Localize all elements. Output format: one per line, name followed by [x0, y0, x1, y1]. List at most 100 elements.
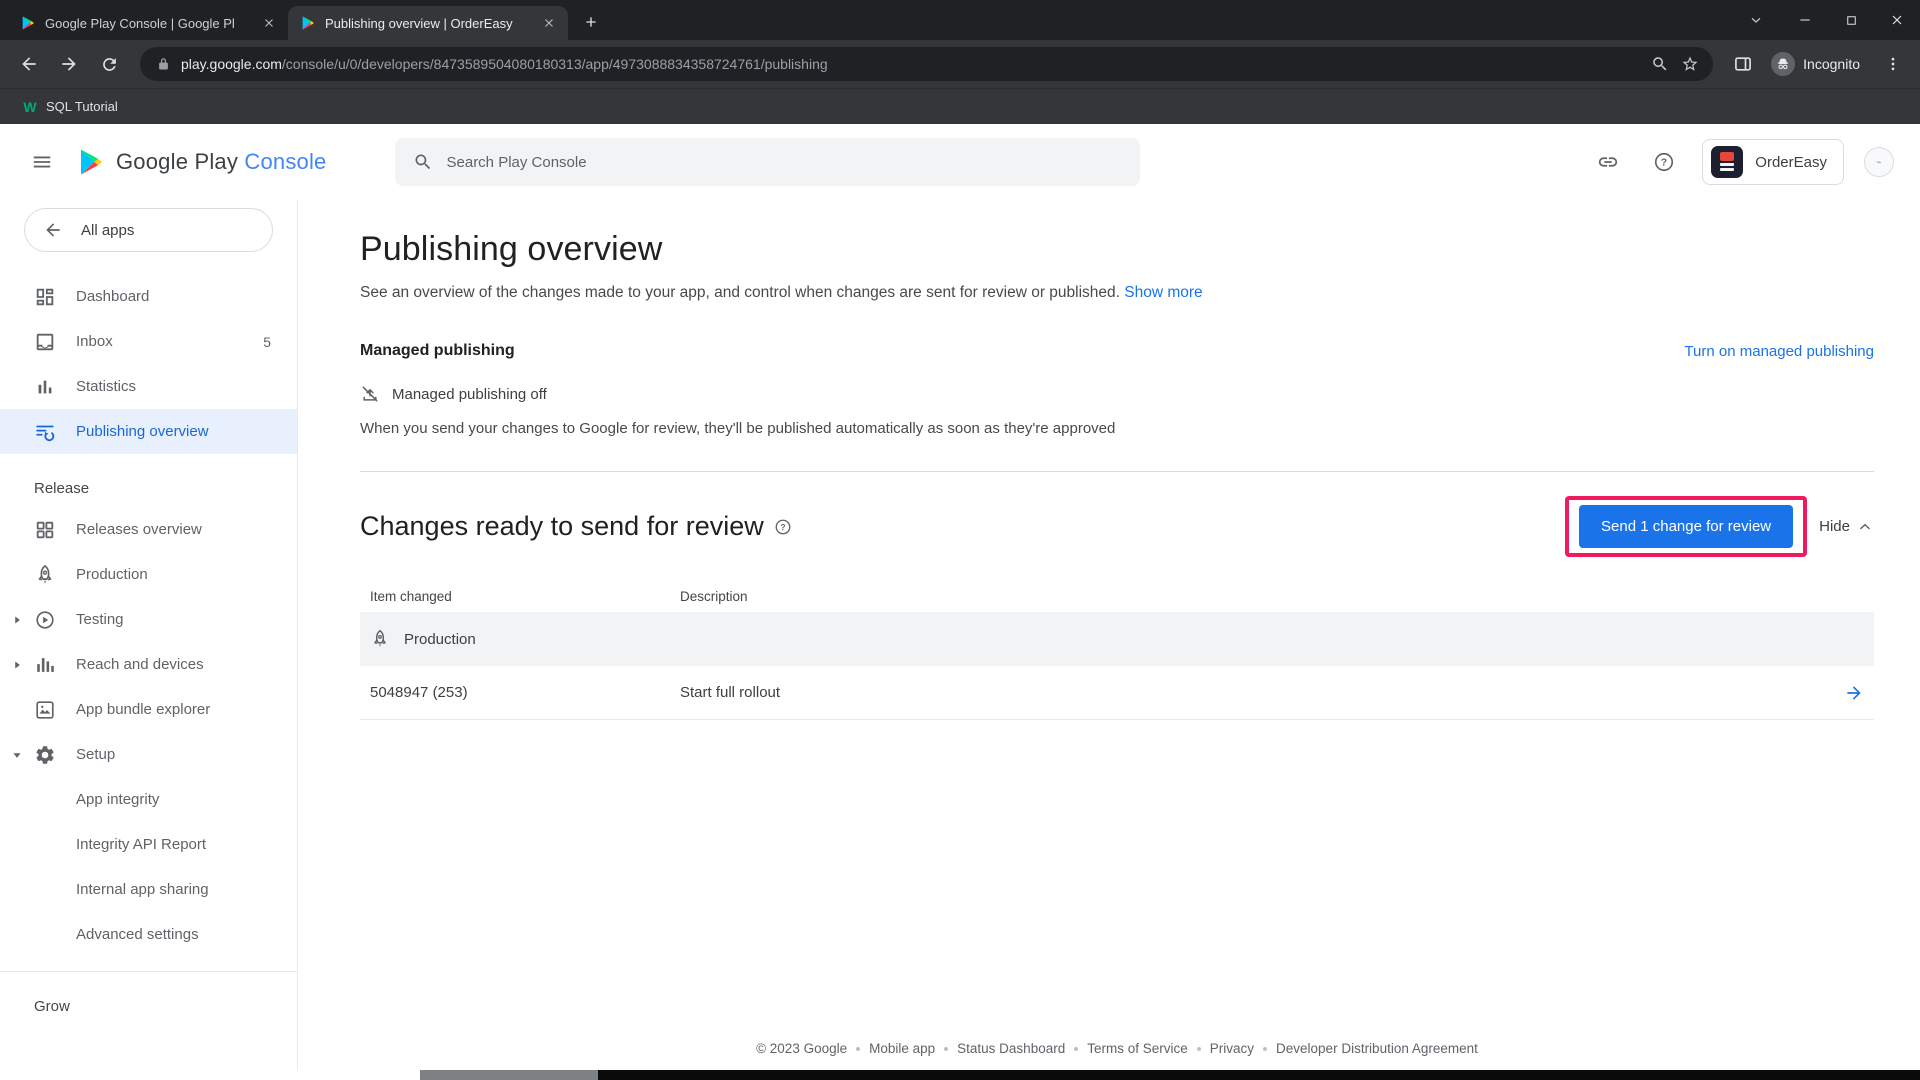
- footer-dot: [856, 1047, 860, 1051]
- app-bundle-icon: [34, 699, 56, 721]
- sidebar-item-label: App bundle explorer: [76, 701, 210, 718]
- footer-link-terms[interactable]: Terms of Service: [1087, 1041, 1188, 1056]
- section-divider: [360, 471, 1874, 472]
- tab-close-icon[interactable]: [260, 14, 278, 32]
- help-circle-icon[interactable]: [774, 518, 792, 536]
- play-console-logo[interactable]: Google Play Console: [76, 147, 327, 177]
- sidebar-item-reach-and-devices[interactable]: Reach and devices: [0, 642, 297, 687]
- sidebar-item-production[interactable]: Production: [0, 552, 297, 597]
- inbox-icon: [34, 331, 56, 353]
- chevron-up-icon: [1856, 518, 1874, 536]
- cell-item-changed: 5048947 (253): [370, 684, 680, 701]
- expand-arrow-icon[interactable]: [10, 613, 24, 627]
- toolbar-right: Incognito: [1727, 50, 1908, 78]
- play-store-favicon: [20, 15, 36, 31]
- address-bar[interactable]: play.google.com/console/u/0/developers/8…: [140, 47, 1713, 81]
- hide-toggle[interactable]: Hide: [1819, 518, 1874, 536]
- footer-dot: [1263, 1047, 1267, 1051]
- url-path: /console/u/0/developers/8473589504080180…: [282, 56, 828, 72]
- dashboard-icon: [34, 286, 56, 308]
- tab-search-chevron-icon[interactable]: [1736, 0, 1776, 40]
- changes-heading-text: Changes ready to send for review: [360, 511, 764, 542]
- sidebar-item-label: Publishing overview: [76, 423, 209, 440]
- sidebar-item-statistics[interactable]: Statistics: [0, 364, 297, 409]
- footer-link-dda[interactable]: Developer Distribution Agreement: [1276, 1041, 1478, 1056]
- w3schools-icon: W: [22, 99, 38, 115]
- search-icon: [413, 152, 433, 172]
- sidebar-item-dashboard[interactable]: Dashboard: [0, 274, 297, 319]
- play-logo-icon: [76, 147, 106, 177]
- subtitle-text: See an overview of the changes made to y…: [360, 284, 1120, 301]
- back-button[interactable]: [12, 47, 46, 81]
- forward-button[interactable]: [52, 47, 86, 81]
- side-panel-icon[interactable]: [1733, 54, 1753, 74]
- sidebar-item-label: Testing: [76, 611, 124, 628]
- incognito-badge[interactable]: Incognito: [1767, 50, 1870, 78]
- all-apps-button[interactable]: All apps: [24, 208, 273, 252]
- play-console-favicon: [300, 15, 316, 31]
- search-input[interactable]: [447, 154, 1122, 171]
- url-host: play.google.com: [181, 56, 282, 72]
- browser-tab-2-active[interactable]: Publishing overview | OrderEasy: [288, 6, 568, 40]
- sidebar-item-app-integrity[interactable]: App integrity: [0, 777, 297, 822]
- console-search-bar[interactable]: [395, 138, 1140, 186]
- sidebar-item-app-bundle-explorer[interactable]: App bundle explorer: [0, 687, 297, 732]
- close-window-button[interactable]: [1874, 0, 1920, 40]
- cell-description: Start full rollout: [680, 684, 1820, 701]
- console-header: Google Play Console OrderEasy ⌁: [0, 124, 1920, 200]
- sidebar-item-publishing-overview[interactable]: Publishing overview: [0, 409, 297, 454]
- sidebar-item-integrity-api-report[interactable]: Integrity API Report: [0, 822, 297, 867]
- open-release-arrow-icon[interactable]: [1844, 683, 1864, 703]
- bookmark-sql-tutorial[interactable]: W SQL Tutorial: [14, 95, 126, 119]
- refresh-button[interactable]: [92, 47, 126, 81]
- play-console-page: Google Play Console OrderEasy ⌁ All apps: [0, 124, 1920, 1070]
- lock-icon: [156, 57, 171, 72]
- zoom-icon[interactable]: [1651, 55, 1669, 73]
- managed-publishing-row: Managed publishing Turn on managed publi…: [360, 342, 1874, 360]
- expand-arrow-icon[interactable]: [10, 658, 24, 672]
- browser-toolbar: play.google.com/console/u/0/developers/8…: [0, 40, 1920, 88]
- footer-link-mobile-app[interactable]: Mobile app: [869, 1041, 935, 1056]
- ordereasy-app-icon: [1711, 146, 1743, 178]
- new-tab-button[interactable]: [576, 7, 606, 37]
- link-icon[interactable]: [1590, 144, 1626, 180]
- tab-close-icon[interactable]: [540, 14, 558, 32]
- bookmark-star-icon[interactable]: [1681, 55, 1699, 73]
- footer-link-privacy[interactable]: Privacy: [1210, 1041, 1254, 1056]
- taskbar-segment: [0, 1070, 420, 1080]
- sidebar-item-setup[interactable]: Setup: [0, 732, 297, 777]
- setup-gear-icon: [34, 744, 56, 766]
- window-controls: [1736, 0, 1920, 40]
- changes-actions: Send 1 change for review Hide: [1565, 496, 1874, 557]
- sidebar-item-advanced-settings[interactable]: Advanced settings: [0, 912, 297, 957]
- sidebar-item-testing[interactable]: Testing: [0, 597, 297, 642]
- managed-publishing-heading: Managed publishing: [360, 342, 515, 360]
- incognito-label: Incognito: [1803, 56, 1860, 72]
- account-avatar[interactable]: ⌁: [1864, 147, 1894, 177]
- collapse-arrow-icon[interactable]: [10, 748, 24, 762]
- turn-on-managed-publishing-link[interactable]: Turn on managed publishing: [1684, 343, 1874, 360]
- sidebar-item-internal-app-sharing[interactable]: Internal app sharing: [0, 867, 297, 912]
- browser-menu-icon[interactable]: [1884, 55, 1902, 73]
- help-icon[interactable]: [1646, 144, 1682, 180]
- minimize-button[interactable]: [1782, 0, 1828, 40]
- taskbar-segment: [420, 1070, 598, 1080]
- maximize-button[interactable]: [1828, 0, 1874, 40]
- show-more-link[interactable]: Show more: [1124, 284, 1202, 301]
- bookmark-label: SQL Tutorial: [46, 99, 118, 114]
- console-body: All apps Dashboard Inbox 5 Statistics Pu…: [0, 200, 1920, 1070]
- app-switcher[interactable]: OrderEasy: [1702, 139, 1844, 185]
- sidebar-item-releases-overview[interactable]: Releases overview: [0, 507, 297, 552]
- footer-dot: [944, 1047, 948, 1051]
- page-title: Publishing overview: [360, 230, 1874, 269]
- sidebar-item-label: Production: [76, 566, 148, 583]
- browser-tab-1[interactable]: Google Play Console | Google Pl: [8, 6, 288, 40]
- sidebar-item-inbox[interactable]: Inbox 5: [0, 319, 297, 364]
- hamburger-menu-icon[interactable]: [22, 142, 62, 182]
- brand-text: Google Play Console: [116, 149, 327, 175]
- send-change-for-review-button[interactable]: Send 1 change for review: [1579, 505, 1793, 548]
- page-subtitle: See an overview of the changes made to y…: [360, 284, 1874, 302]
- publishing-off-icon: [360, 384, 380, 404]
- footer-link-status-dashboard[interactable]: Status Dashboard: [957, 1041, 1065, 1056]
- sidebar-item-label: Inbox: [76, 333, 113, 350]
